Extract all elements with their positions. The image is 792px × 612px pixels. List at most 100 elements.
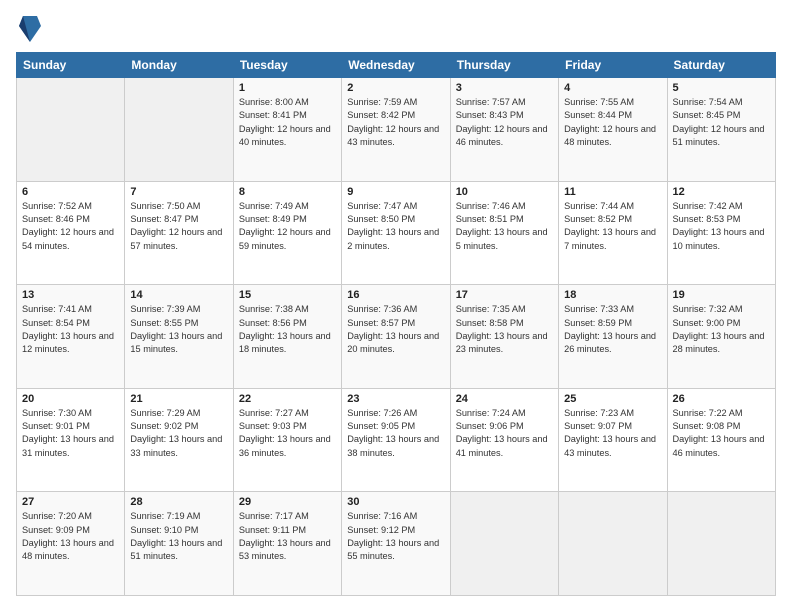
header — [16, 16, 776, 44]
day-info: Sunrise: 7:35 AMSunset: 8:58 PMDaylight:… — [456, 303, 553, 356]
day-info: Sunrise: 7:57 AMSunset: 8:43 PMDaylight:… — [456, 96, 553, 149]
day-info: Sunrise: 7:22 AMSunset: 9:08 PMDaylight:… — [673, 407, 770, 460]
calendar-cell: 21 Sunrise: 7:29 AMSunset: 9:02 PMDayligh… — [125, 388, 233, 492]
calendar-cell: 3 Sunrise: 7:57 AMSunset: 8:43 PMDaylight… — [450, 78, 558, 182]
calendar-header-row: SundayMondayTuesdayWednesdayThursdayFrid… — [17, 53, 776, 78]
calendar-week-3: 20 Sunrise: 7:30 AMSunset: 9:01 PMDayligh… — [17, 388, 776, 492]
calendar-cell — [125, 78, 233, 182]
day-number: 29 — [239, 496, 336, 508]
day-info: Sunrise: 7:27 AMSunset: 9:03 PMDaylight:… — [239, 407, 336, 460]
day-info: Sunrise: 7:42 AMSunset: 8:53 PMDaylight:… — [673, 200, 770, 253]
day-info: Sunrise: 7:39 AMSunset: 8:55 PMDaylight:… — [130, 303, 227, 356]
calendar-week-0: 1 Sunrise: 8:00 AMSunset: 8:41 PMDaylight… — [17, 78, 776, 182]
day-number: 1 — [239, 82, 336, 94]
day-header-saturday: Saturday — [667, 53, 775, 78]
calendar-cell: 17 Sunrise: 7:35 AMSunset: 8:58 PMDayligh… — [450, 285, 558, 389]
calendar-cell: 13 Sunrise: 7:41 AMSunset: 8:54 PMDayligh… — [17, 285, 125, 389]
day-info: Sunrise: 7:52 AMSunset: 8:46 PMDaylight:… — [22, 200, 119, 253]
day-info: Sunrise: 7:46 AMSunset: 8:51 PMDaylight:… — [456, 200, 553, 253]
calendar-cell: 14 Sunrise: 7:39 AMSunset: 8:55 PMDayligh… — [125, 285, 233, 389]
calendar-cell: 25Sunrise: 7:23 AMSunset: 9:07 PMDayligh… — [559, 388, 667, 492]
day-info: Sunrise: 7:32 AMSunset: 9:00 PMDaylight:… — [673, 303, 770, 356]
calendar-cell — [559, 492, 667, 596]
day-number: 18 — [564, 289, 661, 301]
calendar-week-4: 27 Sunrise: 7:20 AMSunset: 9:09 PMDayligh… — [17, 492, 776, 596]
day-number: 4 — [564, 82, 661, 94]
calendar-cell: 4Sunrise: 7:55 AMSunset: 8:44 PMDaylight… — [559, 78, 667, 182]
calendar-cell: 19Sunrise: 7:32 AMSunset: 9:00 PMDayligh… — [667, 285, 775, 389]
day-info: Sunrise: 7:36 AMSunset: 8:57 PMDaylight:… — [347, 303, 444, 356]
day-info: Sunrise: 7:17 AMSunset: 9:11 PMDaylight:… — [239, 510, 336, 563]
calendar-cell: 6 Sunrise: 7:52 AMSunset: 8:46 PMDaylight… — [17, 181, 125, 285]
day-number: 17 — [456, 289, 553, 301]
calendar-cell: 7 Sunrise: 7:50 AMSunset: 8:47 PMDaylight… — [125, 181, 233, 285]
calendar-cell: 8 Sunrise: 7:49 AMSunset: 8:49 PMDaylight… — [233, 181, 341, 285]
calendar-cell: 20 Sunrise: 7:30 AMSunset: 9:01 PMDayligh… — [17, 388, 125, 492]
day-info: Sunrise: 7:50 AMSunset: 8:47 PMDaylight:… — [130, 200, 227, 253]
day-number: 7 — [130, 186, 227, 198]
calendar-cell: 24 Sunrise: 7:24 AMSunset: 9:06 PMDayligh… — [450, 388, 558, 492]
day-info: Sunrise: 7:44 AMSunset: 8:52 PMDaylight:… — [564, 200, 661, 253]
calendar-cell: 10 Sunrise: 7:46 AMSunset: 8:51 PMDayligh… — [450, 181, 558, 285]
logo-icon — [19, 14, 41, 44]
calendar-cell: 29 Sunrise: 7:17 AMSunset: 9:11 PMDayligh… — [233, 492, 341, 596]
day-header-friday: Friday — [559, 53, 667, 78]
calendar-cell: 11 Sunrise: 7:44 AMSunset: 8:52 PMDayligh… — [559, 181, 667, 285]
day-header-tuesday: Tuesday — [233, 53, 341, 78]
page: SundayMondayTuesdayWednesdayThursdayFrid… — [0, 0, 792, 612]
day-header-thursday: Thursday — [450, 53, 558, 78]
day-number: 21 — [130, 393, 227, 405]
calendar-cell — [17, 78, 125, 182]
calendar-table: SundayMondayTuesdayWednesdayThursdayFrid… — [16, 52, 776, 596]
calendar-cell: 5 Sunrise: 7:54 AMSunset: 8:45 PMDaylight… — [667, 78, 775, 182]
calendar-cell — [450, 492, 558, 596]
day-number: 2 — [347, 82, 444, 94]
day-number: 26 — [673, 393, 770, 405]
logo — [16, 16, 41, 44]
day-info: Sunrise: 7:54 AMSunset: 8:45 PMDaylight:… — [673, 96, 770, 149]
day-number: 8 — [239, 186, 336, 198]
day-number: 24 — [456, 393, 553, 405]
day-info: Sunrise: 7:41 AMSunset: 8:54 PMDaylight:… — [22, 303, 119, 356]
day-number: 6 — [22, 186, 119, 198]
day-number: 13 — [22, 289, 119, 301]
day-number: 22 — [239, 393, 336, 405]
day-info: Sunrise: 7:16 AMSunset: 9:12 PMDaylight:… — [347, 510, 444, 563]
day-info: Sunrise: 7:24 AMSunset: 9:06 PMDaylight:… — [456, 407, 553, 460]
day-info: Sunrise: 7:20 AMSunset: 9:09 PMDaylight:… — [22, 510, 119, 563]
day-number: 3 — [456, 82, 553, 94]
calendar-cell: 22 Sunrise: 7:27 AMSunset: 9:03 PMDayligh… — [233, 388, 341, 492]
day-number: 16 — [347, 289, 444, 301]
day-number: 9 — [347, 186, 444, 198]
day-header-monday: Monday — [125, 53, 233, 78]
day-info: Sunrise: 8:00 AMSunset: 8:41 PMDaylight:… — [239, 96, 336, 149]
day-number: 11 — [564, 186, 661, 198]
day-number: 30 — [347, 496, 444, 508]
day-header-sunday: Sunday — [17, 53, 125, 78]
calendar-cell: 2 Sunrise: 7:59 AMSunset: 8:42 PMDaylight… — [342, 78, 450, 182]
day-info: Sunrise: 7:38 AMSunset: 8:56 PMDaylight:… — [239, 303, 336, 356]
calendar-week-2: 13 Sunrise: 7:41 AMSunset: 8:54 PMDayligh… — [17, 285, 776, 389]
day-header-wednesday: Wednesday — [342, 53, 450, 78]
calendar-cell: 15Sunrise: 7:38 AMSunset: 8:56 PMDayligh… — [233, 285, 341, 389]
calendar-cell: 12Sunrise: 7:42 AMSunset: 8:53 PMDayligh… — [667, 181, 775, 285]
day-number: 5 — [673, 82, 770, 94]
day-info: Sunrise: 7:26 AMSunset: 9:05 PMDaylight:… — [347, 407, 444, 460]
calendar-cell: 26 Sunrise: 7:22 AMSunset: 9:08 PMDayligh… — [667, 388, 775, 492]
calendar-cell: 30 Sunrise: 7:16 AMSunset: 9:12 PMDayligh… — [342, 492, 450, 596]
calendar-cell: 28Sunrise: 7:19 AMSunset: 9:10 PMDayligh… — [125, 492, 233, 596]
day-number: 20 — [22, 393, 119, 405]
day-info: Sunrise: 7:29 AMSunset: 9:02 PMDaylight:… — [130, 407, 227, 460]
day-number: 14 — [130, 289, 227, 301]
calendar-cell: 18Sunrise: 7:33 AMSunset: 8:59 PMDayligh… — [559, 285, 667, 389]
day-info: Sunrise: 7:49 AMSunset: 8:49 PMDaylight:… — [239, 200, 336, 253]
day-number: 28 — [130, 496, 227, 508]
day-number: 10 — [456, 186, 553, 198]
day-number: 27 — [22, 496, 119, 508]
calendar-cell: 27 Sunrise: 7:20 AMSunset: 9:09 PMDayligh… — [17, 492, 125, 596]
day-info: Sunrise: 7:30 AMSunset: 9:01 PMDaylight:… — [22, 407, 119, 460]
calendar-cell — [667, 492, 775, 596]
day-number: 23 — [347, 393, 444, 405]
day-info: Sunrise: 7:59 AMSunset: 8:42 PMDaylight:… — [347, 96, 444, 149]
day-number: 25 — [564, 393, 661, 405]
